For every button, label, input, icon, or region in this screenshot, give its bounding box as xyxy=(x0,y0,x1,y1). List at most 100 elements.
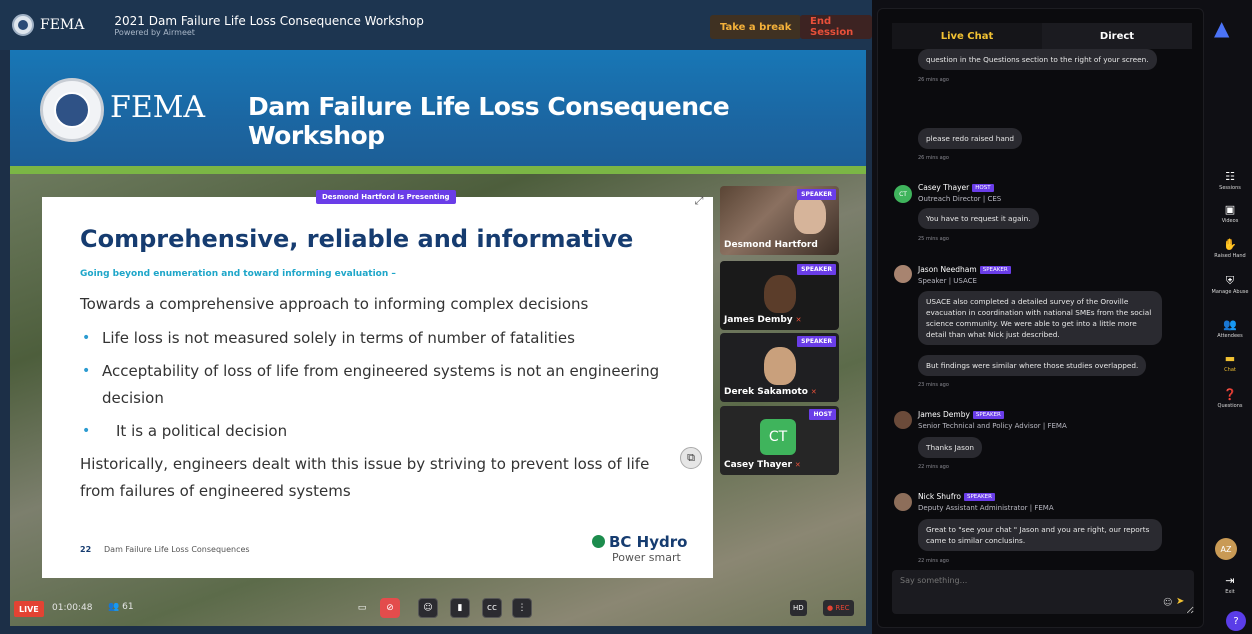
user-avatar[interactable]: AZ xyxy=(1215,538,1237,560)
sidenav-sessions[interactable]: ☷ Sessions xyxy=(1208,170,1252,191)
speaker-video xyxy=(764,275,796,313)
author-name: Nick Shufro xyxy=(918,492,961,501)
chat-message: Thanks Jason xyxy=(918,437,983,458)
role-badge: HOST xyxy=(809,409,836,420)
speaker-name-text: Derek Sakamoto xyxy=(724,387,808,397)
author-role: Outreach Director | CES xyxy=(918,195,1002,203)
sidenav-chat[interactable]: ▬ Chat xyxy=(1208,352,1252,373)
slide-title: Comprehensive, reliable and informative xyxy=(80,225,634,253)
tab-live-chat[interactable]: Live Chat xyxy=(892,23,1042,49)
speaker-tile[interactable]: CT HOST Casey Thayer ✕ xyxy=(720,406,839,475)
slide-footer: Dam Failure Life Loss Consequences xyxy=(104,545,250,554)
fullscreen-icon[interactable]: ⤢ xyxy=(692,194,706,208)
author-name: James Demby xyxy=(918,410,970,419)
speaker-video xyxy=(764,347,796,385)
bc-hydro-logo: BC Hydro xyxy=(592,533,687,551)
speaker-video xyxy=(794,196,826,234)
bullet-icon: • xyxy=(82,423,91,439)
camera-off-button[interactable]: ⊘ xyxy=(380,598,400,618)
exit-icon: ⇥ xyxy=(1225,574,1235,587)
shield-icon: ⛨ xyxy=(1225,274,1235,287)
speaker-name: Derek Sakamoto ✕ xyxy=(724,387,817,397)
sidenav-raised-hand[interactable]: ✋ Raised Hand xyxy=(1208,238,1252,259)
speaker-name-text: James Demby xyxy=(724,315,793,325)
sidenav-attendees[interactable]: 👥 Attendees xyxy=(1208,318,1252,339)
role-badge: SPEAKER xyxy=(972,411,1004,419)
speaker-name: Casey Thayer ✕ xyxy=(724,460,801,470)
emoji-icon[interactable]: ☺ xyxy=(1163,598,1172,608)
hand-icon: ✋ xyxy=(1223,238,1237,251)
end-session-button[interactable]: End Session xyxy=(800,15,872,39)
role-badge: SPEAKER xyxy=(797,264,836,275)
captions-button[interactable]: cc xyxy=(482,598,502,618)
message-author: Casey Thayer HOST xyxy=(918,183,994,192)
viewer-count-value: 61 xyxy=(122,602,134,612)
speaker-tile[interactable]: SPEAKER James Demby ✕ xyxy=(720,261,839,330)
powered-by: Powered by Airmeet xyxy=(114,27,195,37)
quality-select[interactable]: HD xyxy=(790,600,807,616)
airmeet-logo-icon: ▲ xyxy=(1214,16,1230,40)
role-badge: SPEAKER xyxy=(963,493,995,501)
banner-title: Dam Failure Life Loss Consequence Worksh… xyxy=(248,92,730,150)
bullet-icon: • xyxy=(82,363,91,379)
bc-hydro-icon xyxy=(592,535,605,548)
sidenav-label: Sessions xyxy=(1219,185,1241,191)
event-title-block: 2021 Dam Failure Life Loss Consequence W… xyxy=(114,14,424,37)
sidenav-exit[interactable]: ⇥ Exit xyxy=(1208,574,1252,595)
message-time: 26 mins ago xyxy=(918,77,949,83)
slide-line: Life loss is not measured solely in term… xyxy=(102,329,575,347)
chat-icon: ▬ xyxy=(1224,352,1236,365)
help-button[interactable]: ? xyxy=(1226,611,1246,631)
dhs-seal-icon xyxy=(12,14,34,36)
mic-muted-icon: ✕ xyxy=(794,461,801,469)
switch-layout-icon[interactable]: ⧉ xyxy=(680,447,702,469)
more-options-button[interactable]: ⋮ xyxy=(512,598,532,618)
chat-message: please redo raised hand xyxy=(918,128,1023,149)
author-role: Speaker | USACE xyxy=(918,277,977,285)
bullet-icon: • xyxy=(82,330,91,346)
slide-line: Towards a comprehensive approach to info… xyxy=(80,295,589,313)
speaker-name: James Demby ✕ xyxy=(724,315,802,325)
sidenav-label: Raised Hand xyxy=(1214,253,1246,259)
speaker-tile[interactable]: SPEAKER Desmond Hartford xyxy=(720,186,839,255)
role-badge: SPEAKER xyxy=(979,266,1011,274)
slide-line: Acceptability of loss of life from engin… xyxy=(102,362,660,380)
speaker-tile[interactable]: SPEAKER Derek Sakamoto ✕ xyxy=(720,333,839,402)
sidenav-label: Exit xyxy=(1225,589,1235,595)
chat-message: You have to request it again. xyxy=(918,208,1039,229)
presentation-slide: Comprehensive, reliable and informative … xyxy=(42,197,713,578)
message-author: Nick Shufro SPEAKER xyxy=(918,492,995,501)
send-icon[interactable]: ➤ xyxy=(1176,596,1184,607)
avatar: CT xyxy=(894,185,912,203)
sidenav-label: Manage Abuse xyxy=(1211,289,1249,295)
videos-icon: ▣ xyxy=(1224,203,1236,216)
author-role: Deputy Assistant Administrator | FEMA xyxy=(918,504,1054,512)
brand-tagline: Power smart xyxy=(612,551,681,564)
presenting-badge: Desmond Hartford Is Presenting xyxy=(316,190,456,204)
avatar: CT xyxy=(760,419,796,455)
sidenav-label: Videos xyxy=(1221,218,1239,224)
sidenav-manage-abuse[interactable]: ⛨ Manage Abuse xyxy=(1208,274,1252,295)
author-role: Senior Technical and Policy Advisor | FE… xyxy=(918,422,1067,430)
event-banner: FEMA Dam Failure Life Loss Consequence W… xyxy=(10,50,866,172)
poll-button[interactable]: ▮ xyxy=(450,598,470,618)
attendees-icon: 👥 xyxy=(1223,318,1237,331)
chat-input[interactable] xyxy=(892,570,1194,614)
take-break-button[interactable]: Take a break xyxy=(710,15,802,39)
sidenav-videos[interactable]: ▣ Videos xyxy=(1208,203,1252,224)
record-indicator[interactable]: ● REC xyxy=(823,600,854,616)
role-badge: SPEAKER xyxy=(797,189,836,200)
message-time: 22 mins ago xyxy=(918,464,949,470)
event-title: 2021 Dam Failure Life Loss Consequence W… xyxy=(114,13,424,28)
banner-fema-wordmark: FEMA xyxy=(110,90,206,125)
author-name: Jason Needham xyxy=(918,265,977,274)
speaker-name-text: Casey Thayer xyxy=(724,460,792,470)
fema-wordmark: FEMA xyxy=(40,17,85,33)
tab-direct[interactable]: Direct xyxy=(1042,23,1192,49)
record-dot-icon: ● xyxy=(827,604,834,612)
chat-tabs: Live Chat Direct xyxy=(892,23,1192,49)
sessions-icon: ☷ xyxy=(1225,170,1235,183)
emoji-button[interactable]: ☺ xyxy=(418,598,438,618)
sidenav-questions[interactable]: ❓ Questions xyxy=(1208,388,1252,409)
screen-share-icon[interactable]: ▭ xyxy=(352,598,372,618)
